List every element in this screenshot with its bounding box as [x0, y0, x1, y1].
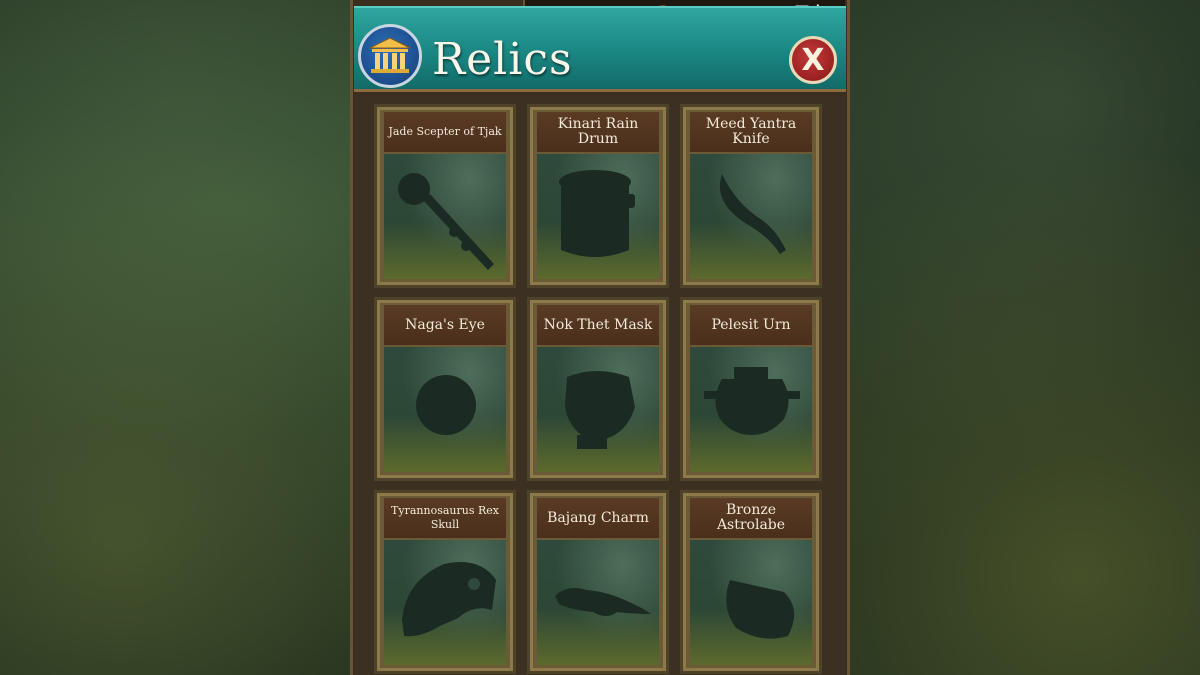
relic-card-nok-thet-mask[interactable]: Nok Thet Mask [527, 297, 669, 481]
relic-card-pelesit-urn[interactable]: Pelesit Urn [680, 297, 822, 481]
relics-grid: Jade Scepter of Tjak Kinari Rain Drum Me… [354, 96, 846, 675]
close-icon: X [801, 42, 825, 78]
relic-card-bajang-charm[interactable]: Bajang Charm [527, 490, 669, 674]
relic-card-bronze-astrolabe[interactable]: Bronze Astrolabe [680, 490, 822, 674]
relic-name: Nok Thet Mask [537, 305, 659, 345]
orb-icon [384, 347, 506, 472]
close-button[interactable]: X [789, 36, 837, 84]
relic-name: Jade Scepter of Tjak [384, 112, 506, 152]
mask-icon [537, 347, 659, 472]
relics-header [354, 6, 846, 92]
relic-name: Bronze Astrolabe [690, 498, 812, 538]
relic-name: Kinari Rain Drum [537, 112, 659, 152]
urn-icon [690, 347, 812, 472]
relic-name: Naga's Eye [384, 305, 506, 345]
skull-icon [384, 540, 506, 665]
relic-card-nagas-eye[interactable]: Naga's Eye [374, 297, 516, 481]
scepter-icon [384, 154, 506, 279]
charm-icon [537, 540, 659, 665]
page-title: Relics [432, 34, 573, 85]
relic-name: Tyrannosaurus Rex Skull [384, 498, 506, 538]
relic-card-kinari-rain-drum[interactable]: Kinari Rain Drum [527, 104, 669, 288]
relic-card-meed-yantra-knife[interactable]: Meed Yantra Knife [680, 104, 822, 288]
astrolabe-icon [690, 540, 812, 665]
relic-name: Pelesit Urn [690, 305, 812, 345]
relic-card-t-rex-skull[interactable]: Tyrannosaurus Rex Skull [374, 490, 516, 674]
relic-name: Meed Yantra Knife [690, 112, 812, 152]
drum-icon [537, 154, 659, 279]
relic-name: Bajang Charm [537, 498, 659, 538]
relic-card-jade-scepter[interactable]: Jade Scepter of Tjak [374, 104, 516, 288]
knife-icon [690, 154, 812, 279]
museum-icon [358, 24, 422, 88]
